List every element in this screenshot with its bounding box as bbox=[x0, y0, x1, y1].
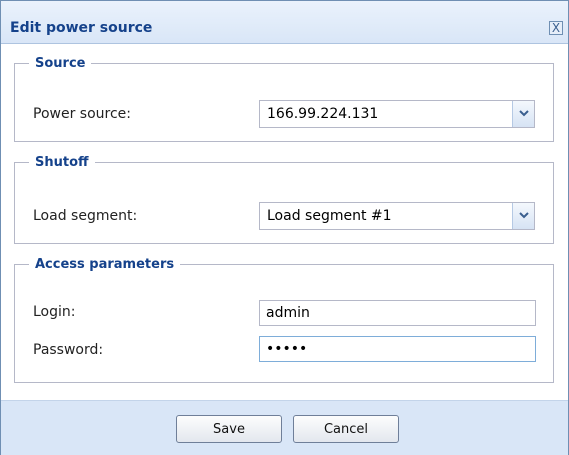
cancel-button[interactable]: Cancel bbox=[293, 415, 399, 443]
close-button[interactable]: X bbox=[549, 21, 563, 35]
chevron-down-icon bbox=[519, 212, 529, 219]
load-segment-select[interactable]: Load segment #1 bbox=[259, 202, 535, 230]
load-segment-value: Load segment #1 bbox=[267, 208, 392, 224]
chevron-down-icon bbox=[519, 110, 529, 117]
source-group: Source Power source: 166.99.224.131 bbox=[14, 56, 554, 142]
close-icon: X bbox=[551, 21, 561, 35]
power-source-select[interactable]: 166.99.224.131 bbox=[259, 100, 535, 128]
edit-power-source-dialog: Edit power source X Source Power source:… bbox=[0, 0, 569, 455]
password-label: Password: bbox=[33, 342, 104, 358]
dialog-title: Edit power source bbox=[10, 20, 153, 36]
save-button[interactable]: Save bbox=[176, 415, 282, 443]
login-label: Login: bbox=[33, 304, 76, 320]
shutoff-group: Shutoff Load segment: Load segment #1 bbox=[14, 155, 554, 244]
power-source-value: 166.99.224.131 bbox=[267, 106, 379, 122]
power-source-label: Power source: bbox=[33, 106, 131, 122]
power-source-dropdown-trigger[interactable] bbox=[512, 101, 534, 127]
shutoff-legend: Shutoff bbox=[35, 155, 89, 170]
password-input[interactable] bbox=[259, 336, 536, 362]
source-legend: Source bbox=[35, 56, 86, 71]
dialog-footer: Save Cancel bbox=[1, 400, 568, 455]
dialog-titlebar: Edit power source X bbox=[1, 1, 568, 44]
access-parameters-legend: Access parameters bbox=[35, 257, 175, 272]
load-segment-dropdown-trigger[interactable] bbox=[512, 203, 534, 229]
access-parameters-group: Access parameters Login: Password: bbox=[14, 257, 554, 383]
load-segment-label: Load segment: bbox=[33, 208, 138, 224]
login-input[interactable] bbox=[259, 300, 536, 326]
